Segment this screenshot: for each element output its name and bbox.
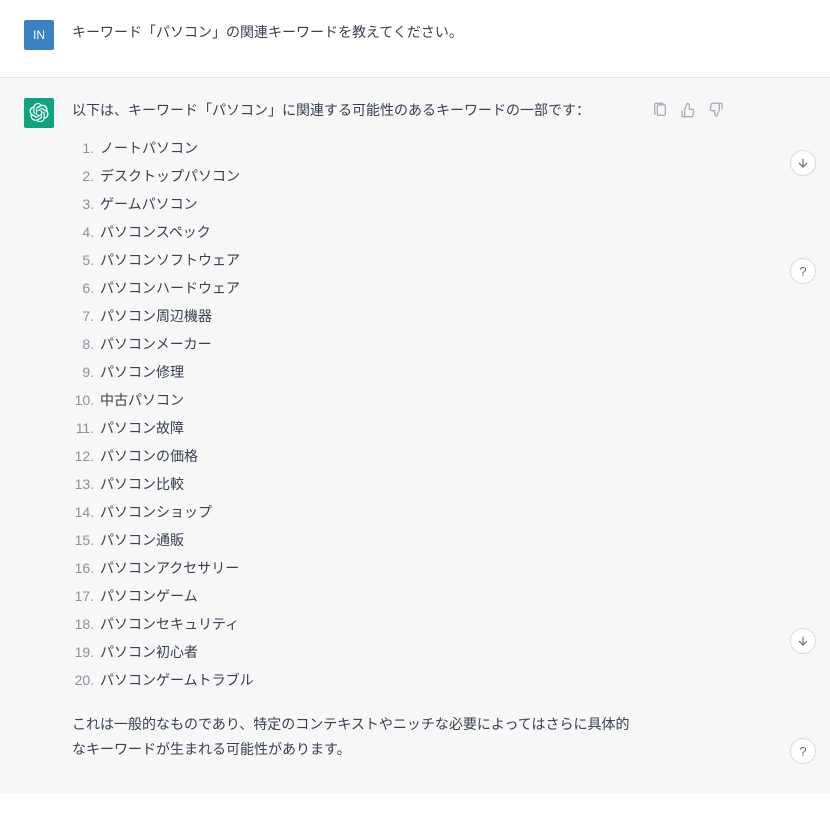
keyword-item: パソコンゲーム (98, 582, 632, 610)
help-button[interactable]: ? (790, 258, 816, 284)
keyword-item: ノートパソコン (98, 134, 632, 162)
keyword-item: 中古パソコン (98, 386, 632, 414)
keyword-item: パソコン故障 (98, 414, 632, 442)
help-label: ? (799, 264, 806, 279)
assistant-message: 以下は、キーワード「パソコン」に関連する可能性のあるキーワードの一部です： ノー… (0, 78, 830, 794)
user-content: キーワード「パソコン」の関連キーワードを教えてください。 (72, 20, 632, 57)
help-label: ? (799, 744, 806, 759)
clipboard-icon (652, 102, 668, 118)
openai-icon (29, 103, 49, 123)
keyword-item: ゲームパソコン (98, 190, 632, 218)
keyword-item: パソコンスペック (98, 218, 632, 246)
thumbs-up-icon (680, 102, 696, 118)
arrow-down-icon (796, 634, 810, 648)
keyword-item: パソコンの価格 (98, 442, 632, 470)
keyword-list: ノートパソコンデスクトップパソコンゲームパソコンパソコンスペックパソコンソフトウ… (72, 134, 632, 694)
user-avatar: IN (24, 20, 54, 50)
keyword-item: パソコンゲームトラブル (98, 666, 632, 694)
thumbs-down-button[interactable] (706, 100, 726, 120)
keyword-item: パソコン修理 (98, 358, 632, 386)
keyword-item: パソコンアクセサリー (98, 554, 632, 582)
thumbs-up-button[interactable] (678, 100, 698, 120)
scroll-down-button[interactable] (790, 628, 816, 654)
keyword-item: パソコン初心者 (98, 638, 632, 666)
keyword-item: パソコンソフトウェア (98, 246, 632, 274)
assistant-content: 以下は、キーワード「パソコン」に関連する可能性のあるキーワードの一部です： ノー… (72, 98, 632, 774)
keyword-item: パソコン周辺機器 (98, 302, 632, 330)
arrow-down-icon (796, 156, 810, 170)
thumbs-down-icon (708, 102, 724, 118)
user-message: IN キーワード「パソコン」の関連キーワードを教えてください。 (0, 0, 830, 78)
keyword-item: パソコンセキュリティ (98, 610, 632, 638)
assistant-actions (650, 98, 726, 774)
assistant-avatar (24, 98, 54, 128)
assistant-outro: これは一般的なものであり、特定のコンテキストやニッチな必要によってはさらに具体的… (72, 712, 632, 761)
copy-button[interactable] (650, 100, 670, 120)
keyword-item: パソコン比較 (98, 470, 632, 498)
help-button[interactable]: ? (790, 738, 816, 764)
keyword-item: デスクトップパソコン (98, 162, 632, 190)
user-text: キーワード「パソコン」の関連キーワードを教えてください。 (72, 20, 632, 45)
user-avatar-label: IN (33, 28, 45, 42)
keyword-item: パソコンハードウェア (98, 274, 632, 302)
assistant-intro: 以下は、キーワード「パソコン」に関連する可能性のあるキーワードの一部です： (72, 98, 632, 123)
keyword-item: パソコン通販 (98, 526, 632, 554)
scroll-down-button[interactable] (790, 150, 816, 176)
keyword-item: パソコンメーカー (98, 330, 632, 358)
keyword-item: パソコンショップ (98, 498, 632, 526)
